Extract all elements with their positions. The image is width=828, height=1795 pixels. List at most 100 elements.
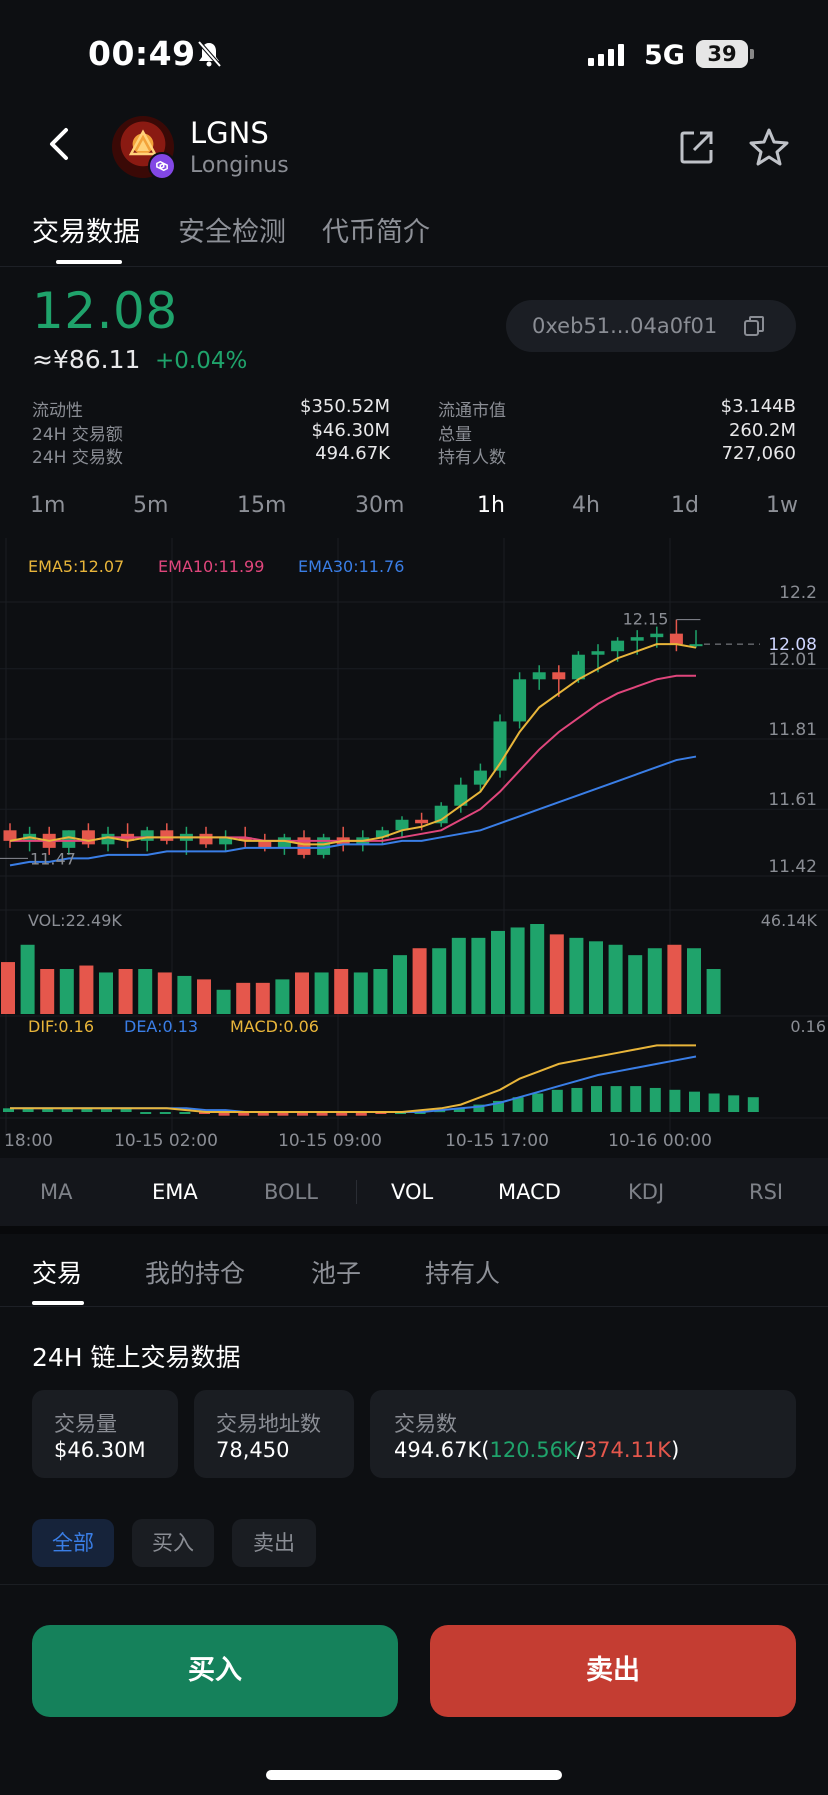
timeframe-5m[interactable]: 5m <box>133 493 168 518</box>
volume-bar <box>216 989 231 1014</box>
indicator-ma[interactable]: MA <box>40 1180 72 1204</box>
buy-button[interactable]: 买入 <box>32 1625 398 1717</box>
indicator-boll[interactable]: BOLL <box>264 1180 318 1204</box>
high-label: 12.15 <box>623 610 669 629</box>
indicator-rsi[interactable]: RSI <box>749 1180 783 1204</box>
volume-bar <box>314 972 329 1014</box>
battery-tip <box>750 49 754 59</box>
card-volume: 交易量 $46.30M <box>32 1390 178 1478</box>
stat-value-total-supply: 260.2M <box>728 420 796 441</box>
timeframe-15m[interactable]: 15m <box>237 493 286 518</box>
macd-bar <box>591 1086 602 1112</box>
volume-bar <box>334 969 349 1014</box>
candle-body <box>415 819 429 824</box>
ema5-line <box>9 643 697 846</box>
copy-icon[interactable] <box>742 314 766 338</box>
txns-paren-close: ) <box>671 1438 680 1462</box>
signal-icon <box>588 44 628 66</box>
sell-button[interactable]: 卖出 <box>430 1625 796 1717</box>
tab-trades[interactable]: 交易 <box>32 1254 82 1290</box>
stat-value-market-cap: $3.144B <box>720 396 796 417</box>
volume-bar <box>99 972 113 1014</box>
y-tick-label: 12.2 <box>779 583 817 603</box>
indicator-macd[interactable]: MACD <box>498 1180 561 1204</box>
back-chevron-icon[interactable] <box>44 124 74 164</box>
timeframe-30m[interactable]: 30m <box>355 493 404 518</box>
volume-bar <box>471 937 486 1014</box>
indicator-ema[interactable]: EMA <box>152 1180 198 1204</box>
filter-all[interactable]: 全部 <box>32 1519 114 1567</box>
token-symbol: LGNS <box>190 116 269 150</box>
timeframe-1m[interactable]: 1m <box>30 493 65 518</box>
token-name: Longinus <box>190 153 289 178</box>
macd-bar <box>728 1095 740 1112</box>
stat-value-24h-txns: 494.67K <box>315 443 390 464</box>
macd-dif-label: DIF:0.16 <box>28 1017 94 1036</box>
stat-label-liquidity: 流动性 <box>32 401 83 421</box>
macd-bar <box>159 1112 171 1114</box>
stat-label-24h-volume: 24H 交易额 <box>32 425 123 445</box>
tab-holders[interactable]: 持有人 <box>425 1254 500 1290</box>
stat-value-holders: 727,060 <box>721 443 796 464</box>
macd-bar <box>140 1112 152 1114</box>
x-axis-label: 18:00 <box>4 1131 53 1151</box>
home-indicator[interactable] <box>266 1770 562 1780</box>
ema10-line <box>10 674 696 842</box>
filter-buy[interactable]: 买入 <box>132 1519 214 1567</box>
stat-label-total-supply: 总量 <box>438 425 472 445</box>
timeframe-1w[interactable]: 1w <box>766 493 798 518</box>
volume-bar <box>628 955 643 1014</box>
bell-muted-icon <box>197 40 222 68</box>
timeframe-1h[interactable]: 1h <box>477 493 505 518</box>
price-cny: ≈¥86.11 <box>32 345 141 374</box>
card-addresses-value: 78,450 <box>216 1438 290 1462</box>
macd-bar <box>689 1091 700 1112</box>
macd-dea-label: DEA:0.13 <box>124 1017 198 1036</box>
volume-max-label: 46.14K <box>761 911 818 930</box>
candle-body <box>258 840 272 848</box>
timeframe-4h[interactable]: 4h <box>572 493 600 518</box>
tab-trade-data[interactable]: 交易数据 <box>32 210 140 249</box>
x-axis-label: 10-15 09:00 <box>278 1131 382 1151</box>
y-tick-label: 11.81 <box>768 720 817 740</box>
volume-bar <box>647 948 662 1014</box>
price-chart[interactable]: 12.212.0111.8111.6111.4212.0812.1511.471… <box>0 538 828 1158</box>
favorite-star-icon[interactable] <box>748 126 790 168</box>
tab-token-intro[interactable]: 代币简介 <box>322 210 430 249</box>
divider <box>0 1306 828 1307</box>
macd-bar <box>610 1086 622 1112</box>
timeframe-1d[interactable]: 1d <box>671 493 699 518</box>
ema30-line <box>9 755 697 867</box>
tab-my-holdings[interactable]: 我的持仓 <box>145 1254 245 1290</box>
x-axis-label: 10-15 17:00 <box>445 1131 549 1151</box>
candle-body <box>552 672 566 680</box>
volume-bar <box>236 982 251 1014</box>
section-title: 24H 链上交易数据 <box>32 1343 241 1372</box>
tab-pools[interactable]: 池子 <box>311 1254 361 1290</box>
y-tick-label: 11.61 <box>768 790 817 810</box>
volume-bar <box>549 934 564 1014</box>
macd-axis-label: 0.16 <box>790 1017 826 1036</box>
candle-body <box>199 833 213 845</box>
candle-body <box>140 830 154 841</box>
network-type: 5G <box>644 40 685 71</box>
indicator-vol[interactable]: VOL <box>391 1180 433 1204</box>
stat-label-market-cap: 流通市值 <box>438 401 506 421</box>
candle-body <box>650 633 664 638</box>
txns-sells: 374.11K <box>583 1438 672 1462</box>
volume-bar <box>687 948 701 1014</box>
share-icon[interactable] <box>678 128 716 166</box>
filter-sell[interactable]: 卖出 <box>232 1519 316 1567</box>
indicator-kdj[interactable]: KDJ <box>628 1180 664 1204</box>
legend-ema10: EMA10:11.99 <box>158 557 264 576</box>
tab-security-check[interactable]: 安全检测 <box>178 210 286 249</box>
macd-bar <box>551 1089 563 1112</box>
volume-bar <box>157 972 172 1014</box>
card-txns: 交易数 494.67K(120.56K/374.11K) <box>370 1390 796 1478</box>
macd-bar <box>179 1112 191 1114</box>
active-tab-indicator <box>56 260 122 264</box>
volume-bar <box>530 924 545 1014</box>
volume-bar <box>706 969 721 1014</box>
volume-bar <box>138 969 153 1014</box>
price-change: +0.04% <box>155 348 248 374</box>
